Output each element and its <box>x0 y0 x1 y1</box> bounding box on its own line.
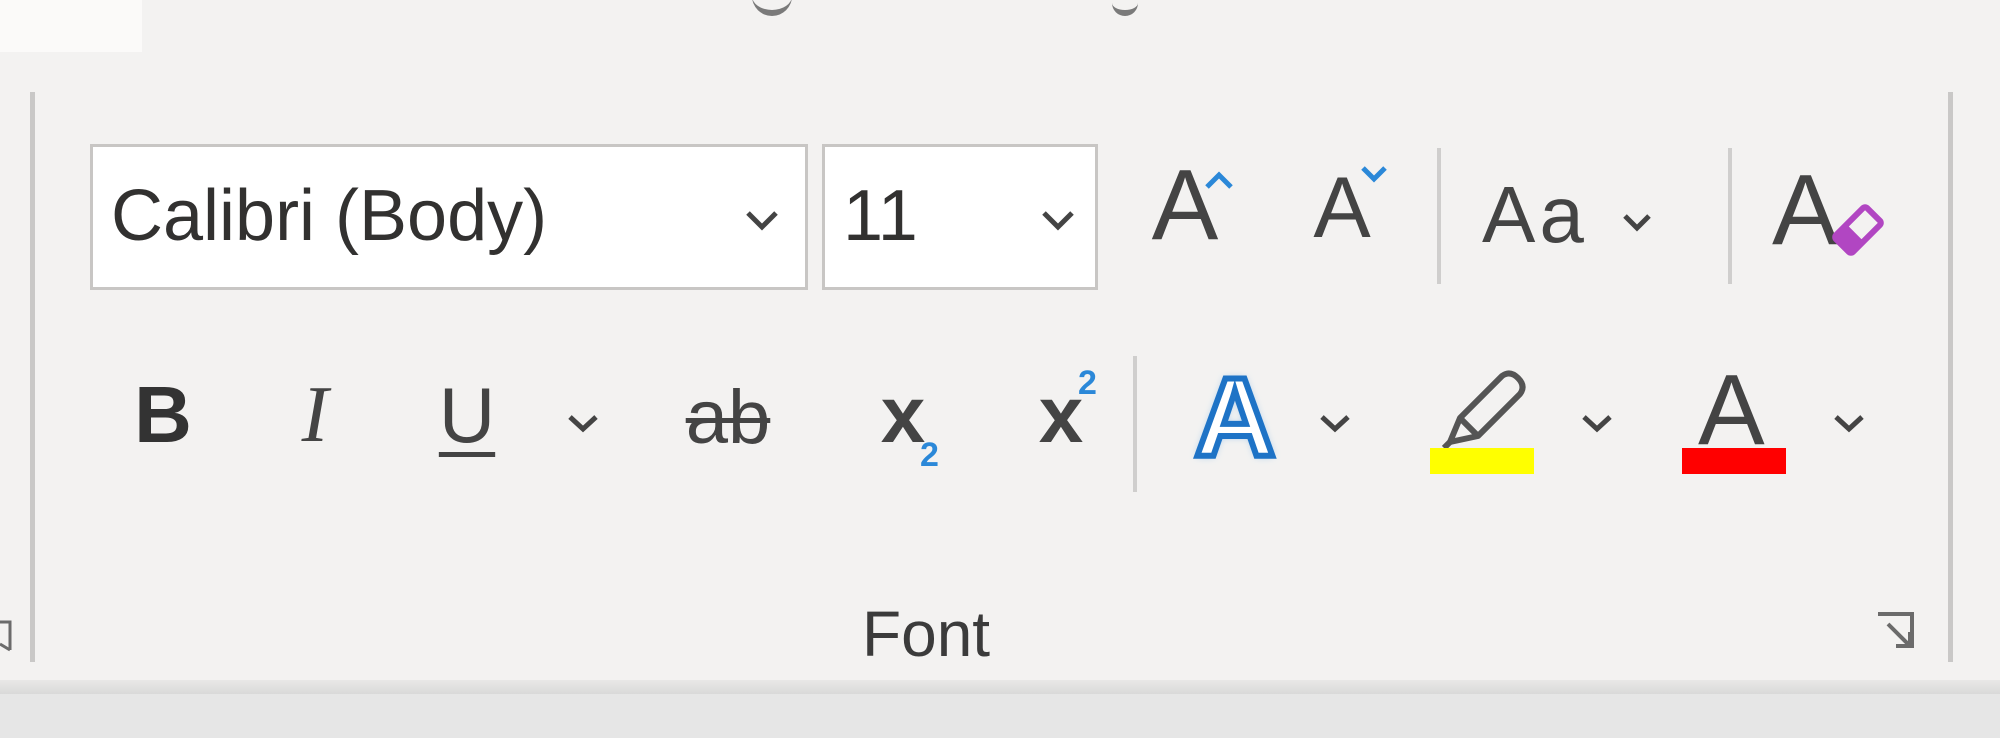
font-color-dropdown[interactable] <box>1826 400 1872 446</box>
previous-group-launcher-icon[interactable] <box>0 610 14 658</box>
grow-font-button[interactable]: A <box>1130 150 1240 260</box>
font-size-value: 11 <box>843 176 918 256</box>
caret-down-icon <box>1360 164 1388 188</box>
bold-glyph: B <box>134 370 192 459</box>
strikethrough-button[interactable]: ab <box>668 368 788 468</box>
text-highlight-color-button[interactable] <box>1428 362 1538 474</box>
chevron-down-icon <box>1833 413 1865 433</box>
clear-formatting-button[interactable]: A <box>1772 150 1892 270</box>
highlight-color-swatch <box>1430 448 1534 474</box>
ribbon-tab-highlight <box>0 0 142 52</box>
italic-glyph: I <box>301 371 329 459</box>
chevron-down-icon <box>1581 413 1613 433</box>
group-separator-right <box>1948 92 1953 662</box>
subscript-glyph: x <box>880 370 926 459</box>
shrink-font-button[interactable]: A <box>1292 156 1392 260</box>
separator <box>1728 148 1732 284</box>
superscript-mark: 2 <box>1078 364 1097 402</box>
superscript-button[interactable]: x 2 <box>1006 360 1116 470</box>
strikethrough-glyph: ab <box>685 375 771 460</box>
subscript-button[interactable]: x 2 <box>848 360 958 474</box>
font-dialog-launcher-icon[interactable] <box>1872 608 1920 656</box>
highlight-color-dropdown[interactable] <box>1574 400 1620 446</box>
underline-glyph: U <box>438 371 496 459</box>
text-effects-button[interactable]: A <box>1180 355 1290 480</box>
ribbon-bottom-shadow <box>0 680 2000 694</box>
highlighter-pen-icon <box>1436 370 1532 454</box>
text-effects-dropdown[interactable] <box>1312 400 1358 446</box>
chevron-down-icon <box>567 413 599 433</box>
eraser-icon <box>1826 198 1890 266</box>
chevron-down-icon <box>1041 209 1075 231</box>
ribbon-font-group: Calibri (Body) 11 A A Aa A B I U ab x 2 … <box>0 0 2000 688</box>
subscript-mark: 2 <box>920 436 939 474</box>
underline-button[interactable]: U <box>422 360 512 470</box>
font-color-button[interactable]: A <box>1680 354 1790 474</box>
underline-options-dropdown[interactable] <box>560 400 606 446</box>
separator <box>1133 356 1137 492</box>
superscript-glyph: x <box>1038 370 1084 459</box>
group-label: Font <box>862 598 991 670</box>
font-name-dropdown[interactable]: Calibri (Body) <box>90 144 808 290</box>
chevron-down-icon <box>745 209 779 231</box>
change-case-button[interactable]: Aa <box>1482 160 1662 270</box>
font-size-dropdown[interactable]: 11 <box>822 144 1098 290</box>
italic-button[interactable]: I <box>270 360 360 470</box>
chevron-down-icon <box>1622 212 1652 236</box>
group-separator-left <box>30 92 35 662</box>
caret-up-icon <box>1204 170 1234 194</box>
font-color-glyph: A <box>1698 354 1765 466</box>
separator <box>1437 148 1441 284</box>
font-name-value: Calibri (Body) <box>111 176 548 256</box>
font-color-swatch <box>1682 448 1786 474</box>
tab-glyph-fragment <box>1112 0 1138 16</box>
chevron-down-icon <box>1319 413 1351 433</box>
text-effects-glyph: A <box>1192 355 1279 480</box>
tab-glyph-fragment <box>752 0 792 16</box>
bold-button[interactable]: B <box>118 360 208 470</box>
change-case-glyph: Aa <box>1482 170 1588 259</box>
